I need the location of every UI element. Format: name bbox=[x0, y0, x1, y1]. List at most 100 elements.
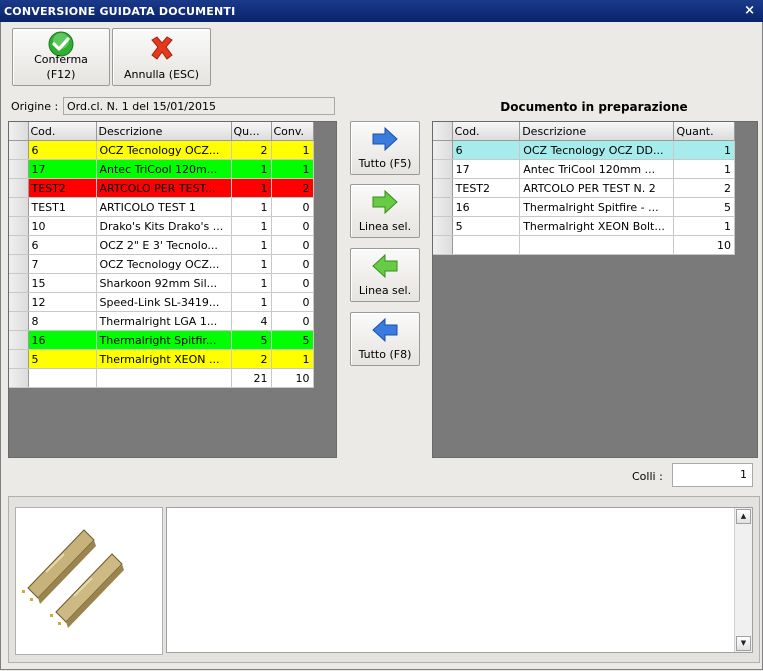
row-indicator[interactable] bbox=[9, 330, 29, 350]
row-indicator-header bbox=[9, 122, 29, 141]
cell-descrizione: Thermalright XEON Bolt... bbox=[519, 216, 675, 236]
move-line-left-button[interactable]: Linea sel. bbox=[350, 248, 420, 302]
cell-quantity: 2 bbox=[231, 140, 272, 160]
cell-empty bbox=[519, 235, 675, 255]
row-indicator[interactable] bbox=[9, 311, 29, 331]
cancel-button[interactable]: Annulla (ESC) bbox=[112, 28, 211, 86]
row-indicator[interactable] bbox=[9, 178, 29, 198]
cell-cod: 7 bbox=[28, 254, 97, 274]
row-indicator[interactable] bbox=[9, 216, 29, 236]
cell-quantity: 1 bbox=[231, 178, 272, 198]
notes-memo[interactable]: ▲ ▼ bbox=[166, 507, 753, 653]
table-row[interactable]: 12 Speed-Link SL-3419... 1 0 bbox=[9, 292, 314, 312]
row-indicator[interactable] bbox=[9, 197, 29, 217]
col-header-descrizione[interactable]: Descrizione bbox=[96, 122, 232, 141]
table-row[interactable]: 17 Antec TriCool 120m... 1 1 bbox=[9, 159, 314, 179]
row-indicator[interactable] bbox=[433, 216, 453, 236]
cell-cod: 12 bbox=[28, 292, 97, 312]
row-indicator[interactable] bbox=[9, 292, 29, 312]
confirm-button[interactable]: Conferma (F12) bbox=[12, 28, 110, 86]
table-row[interactable]: 15 Sharkoon 92mm Sil... 1 0 bbox=[9, 273, 314, 293]
cell-quant: 1 bbox=[673, 159, 735, 179]
cell-descrizione: Speed-Link SL-3419... bbox=[96, 292, 232, 312]
col-header-quant[interactable]: Quant. bbox=[673, 122, 735, 141]
row-indicator[interactable] bbox=[433, 178, 453, 198]
totals-row: 10 bbox=[433, 235, 735, 255]
row-indicator[interactable] bbox=[9, 349, 29, 369]
row-indicator[interactable] bbox=[433, 140, 453, 160]
cell-cod: TEST2 bbox=[452, 178, 521, 198]
move-all-left-button[interactable]: Tutto (F8) bbox=[350, 312, 420, 366]
table-row[interactable]: 5 Thermalright XEON ... 2 1 bbox=[9, 349, 314, 369]
move-all-right-button[interactable]: Tutto (F5) bbox=[350, 121, 420, 175]
table-row[interactable]: 16 Thermalright Spitfire - ... 5 bbox=[433, 197, 735, 217]
total-quantity: 21 bbox=[231, 368, 272, 388]
cell-descrizione: Thermalright LGA 1... bbox=[96, 311, 232, 331]
table-row[interactable]: TEST2 ARTCOLO PER TEST... 1 2 bbox=[9, 178, 314, 198]
table-row[interactable]: 8 Thermalright LGA 1... 4 0 bbox=[9, 311, 314, 331]
col-header-cod[interactable]: Cod. bbox=[452, 122, 521, 141]
table-row[interactable]: 10 Drako's Kits Drako's ... 1 0 bbox=[9, 216, 314, 236]
cell-quantity: 1 bbox=[231, 254, 272, 274]
table-row[interactable]: 5 Thermalright XEON Bolt... 1 bbox=[433, 216, 735, 236]
cell-conv: 0 bbox=[271, 292, 314, 312]
row-indicator[interactable] bbox=[433, 197, 453, 217]
cell-cod: 10 bbox=[28, 216, 97, 236]
cell-cod: TEST1 bbox=[28, 197, 97, 217]
colli-field[interactable]: 1 bbox=[672, 463, 753, 487]
row-indicator[interactable] bbox=[9, 235, 29, 255]
move-line-left-label: Linea sel. bbox=[358, 284, 412, 297]
move-line-right-button[interactable]: Linea sel. bbox=[350, 184, 420, 238]
row-indicator[interactable] bbox=[9, 140, 29, 160]
colli-label: Colli : bbox=[632, 470, 663, 483]
col-header-cod[interactable]: Cod. bbox=[28, 122, 97, 141]
scroll-down-icon[interactable]: ▼ bbox=[736, 636, 751, 651]
product-image bbox=[15, 507, 163, 655]
cell-cod: 16 bbox=[452, 197, 521, 217]
cell-conv: 0 bbox=[271, 197, 314, 217]
cell-quantity: 1 bbox=[231, 159, 272, 179]
table-row[interactable]: TEST1 ARTICOLO TEST 110 bbox=[9, 197, 314, 217]
cell-conv: 1 bbox=[271, 140, 314, 160]
row-indicator[interactable] bbox=[9, 159, 29, 179]
title-bar: CONVERSIONE GUIDATA DOCUMENTI × bbox=[0, 0, 763, 22]
cell-conv: 1 bbox=[271, 159, 314, 179]
ram-modules-image bbox=[22, 529, 124, 628]
memo-scrollbar[interactable]: ▲ ▼ bbox=[734, 508, 752, 652]
table-row[interactable]: 6 OCZ 2" E 3' Tecnolo... 1 0 bbox=[9, 235, 314, 255]
row-indicator bbox=[9, 368, 29, 388]
cell-descrizione: OCZ Tecnology OCZ... bbox=[96, 140, 232, 160]
cell-descrizione: Antec TriCool 120mm ... bbox=[519, 159, 675, 179]
cell-cod: 5 bbox=[452, 216, 521, 236]
destination-grid[interactable]: Cod. Descrizione Quant. 6 OCZ Tecnology O… bbox=[432, 121, 758, 458]
totals-row: 21 10 bbox=[9, 368, 314, 388]
scroll-up-icon[interactable]: ▲ bbox=[736, 509, 751, 524]
row-indicator-header bbox=[433, 122, 453, 141]
table-row[interactable]: 17 Antec TriCool 120mm ... 1 bbox=[433, 159, 735, 179]
cell-quant: 1 bbox=[673, 140, 735, 160]
table-row[interactable]: 16 Thermalright Spitfir... 5 5 bbox=[9, 330, 314, 350]
table-row[interactable]: TEST2 ARTCOLO PER TEST N. 22 bbox=[433, 178, 735, 198]
total-quant: 10 bbox=[673, 235, 735, 255]
cell-descrizione: Thermalright Spitfir... bbox=[96, 330, 232, 350]
total-conv: 10 bbox=[271, 368, 314, 388]
col-header-descrizione[interactable]: Descrizione bbox=[519, 122, 675, 141]
origin-grid[interactable]: Cod. Descrizione Qu... Conv. 6 OCZ Tecnol… bbox=[8, 121, 337, 458]
table-row[interactable]: 6 OCZ Tecnology OCZ... 2 1 bbox=[9, 140, 314, 160]
cell-descrizione: Thermalright Spitfire - ... bbox=[519, 197, 675, 217]
row-indicator[interactable] bbox=[9, 273, 29, 293]
confirm-label-1: Conferma bbox=[34, 53, 88, 66]
cell-cod: 17 bbox=[28, 159, 97, 179]
table-row[interactable]: 7 OCZ Tecnology OCZ... 1 0 bbox=[9, 254, 314, 274]
row-indicator[interactable] bbox=[433, 159, 453, 179]
row-indicator bbox=[433, 235, 453, 255]
table-row[interactable]: 6 OCZ Tecnology OCZ DD... 1 bbox=[433, 140, 735, 160]
cell-descrizione: OCZ Tecnology OCZ... bbox=[96, 254, 232, 274]
col-header-conv[interactable]: Conv. bbox=[271, 122, 314, 141]
row-indicator[interactable] bbox=[9, 254, 29, 274]
cell-conv: 0 bbox=[271, 216, 314, 236]
col-header-quantity[interactable]: Qu... bbox=[231, 122, 272, 141]
cell-conv: 1 bbox=[271, 349, 314, 369]
cell-quant: 2 bbox=[673, 178, 735, 198]
close-icon[interactable]: × bbox=[744, 3, 755, 18]
